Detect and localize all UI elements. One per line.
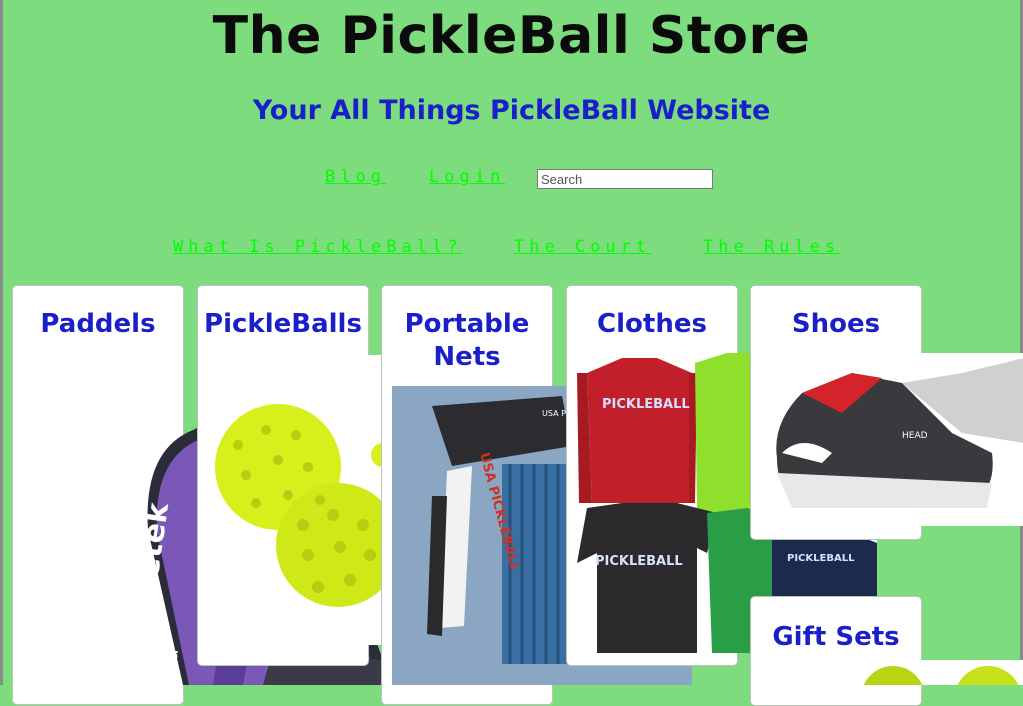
search-input[interactable]	[537, 169, 713, 189]
nav-link-login[interactable]: Login	[429, 167, 505, 187]
card-title-paddles: Paddels	[40, 309, 156, 339]
nav-link-the-rules[interactable]: The Rules	[703, 237, 840, 257]
nav-link-what-is-pickleball[interactable]: What Is PickleBall?	[173, 237, 462, 257]
card-title-nets-line1: Portable	[404, 309, 530, 339]
card-title-gift-sets: Gift Sets	[772, 622, 900, 652]
card-title-nets-line2: Nets	[433, 342, 501, 372]
shoe-brand-text: HEAD	[902, 431, 928, 441]
page-subtitle: Your All Things PickleBall Website	[252, 95, 771, 126]
paddle-logo-text: pd	[155, 647, 184, 678]
card-title-shoes: Shoes	[791, 309, 881, 339]
card-title-clothes: Clothes	[597, 309, 707, 339]
shoes-illustration: HEAD	[776, 358, 1023, 508]
clothes-shirt-text-navy: PICKLEBALL	[787, 553, 855, 564]
nav-link-the-court[interactable]: The Court	[514, 237, 651, 257]
category-card-gift-sets[interactable]: Gift Sets	[750, 596, 922, 706]
clothes-shirt-text-red: PICKLEBALL	[602, 397, 690, 412]
page-title: The PickleBall Store	[212, 6, 811, 66]
pickleballs-image[interactable]	[208, 355, 381, 645]
gift-sets-image[interactable]	[848, 660, 1023, 685]
card-title-pickleballs: PickleBalls	[204, 309, 362, 339]
clothes-shirt-text-black: PICKLEBALL	[595, 554, 683, 569]
gift-sets-illustration	[863, 666, 1019, 685]
nav-link-blog[interactable]: Blog	[325, 167, 386, 187]
shoes-image[interactable]: HEAD	[762, 353, 1023, 526]
pickleballs-illustration	[215, 404, 381, 607]
